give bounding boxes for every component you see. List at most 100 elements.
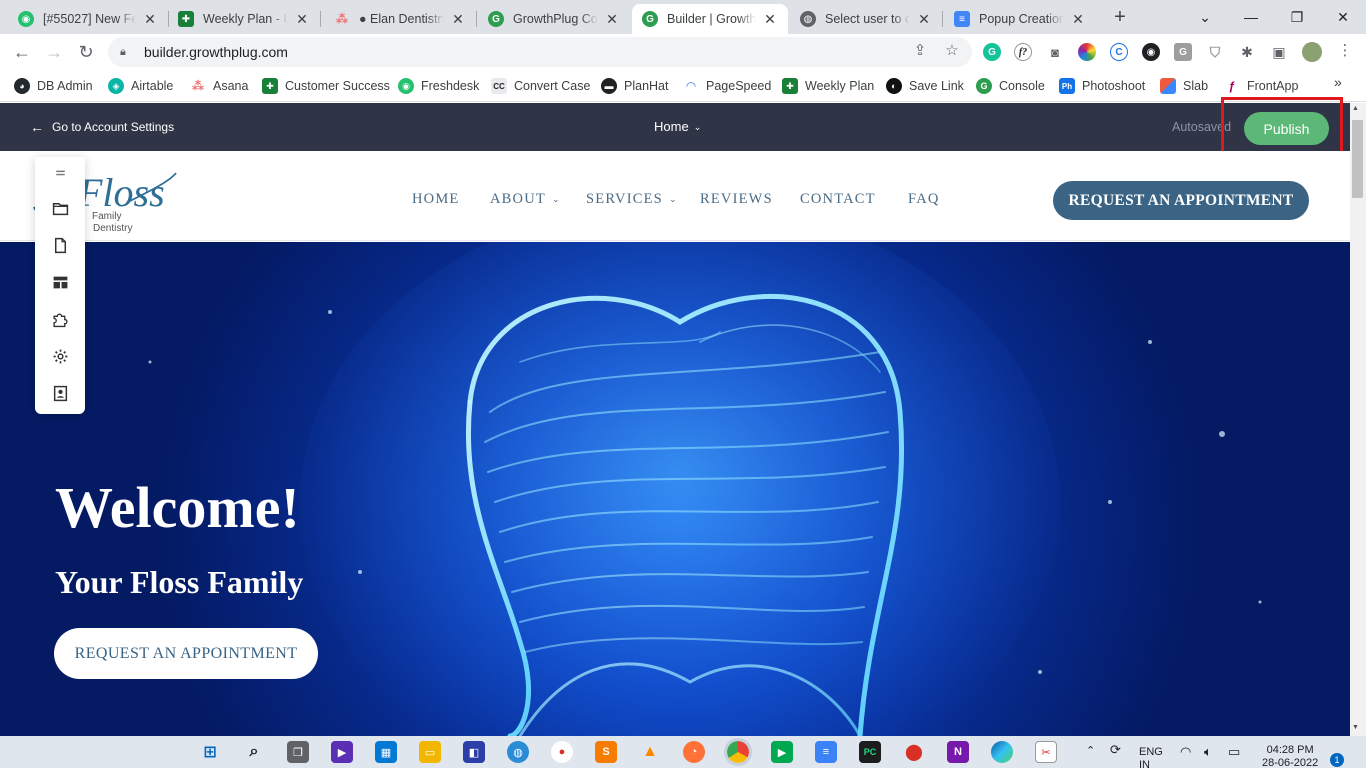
onenote-icon[interactable]: N	[947, 741, 969, 763]
sync-icon[interactable]: ⟳	[1110, 742, 1121, 758]
nav-home[interactable]: HOME	[412, 191, 460, 208]
contact-card-icon[interactable]	[50, 383, 70, 403]
bookmark-item[interactable]: CC Convert Case	[491, 76, 590, 96]
extensions-puzzle-icon[interactable]: ✱	[1238, 43, 1256, 61]
bookmark-item[interactable]: ◉ Freshdesk	[398, 76, 479, 96]
media-player-icon[interactable]: ▶	[331, 741, 353, 763]
scroll-up-icon[interactable]: ▲	[1352, 105, 1359, 112]
new-tab-button[interactable]: +	[1108, 6, 1132, 30]
bookmarks-overflow-icon[interactable]: »	[1334, 74, 1342, 90]
page-selector-dropdown[interactable]: Home ⌄	[654, 119, 701, 134]
bookmark-item[interactable]: ✚ Customer Success	[262, 76, 390, 96]
language-indicator[interactable]: ENG IN	[1139, 746, 1163, 768]
grammarly-icon[interactable]: G	[983, 43, 1001, 61]
nav-services[interactable]: SERVICES ⌄	[586, 191, 678, 208]
tab-search-icon[interactable]: ⌄	[1182, 0, 1228, 34]
bookmark-item[interactable]: ◈ Airtable	[108, 76, 173, 96]
bookmark-item[interactable]: ✚ Weekly Plan	[782, 76, 874, 96]
puzzle-icon[interactable]	[50, 309, 70, 329]
nav-contact[interactable]: CONTACT	[800, 191, 876, 208]
bookmark-item[interactable]: ƒ FrontApp	[1224, 76, 1299, 96]
bookmark-item[interactable]: Ph Photoshoot	[1059, 76, 1145, 96]
close-tab-icon[interactable]: ✕	[142, 11, 158, 28]
clockify-icon[interactable]: C	[1110, 43, 1128, 61]
bookmark-star-icon[interactable]: ☆	[943, 41, 961, 59]
task-view-icon[interactable]: ❐	[287, 741, 309, 763]
globe-icon[interactable]: ◍	[507, 741, 529, 763]
folder-icon[interactable]	[50, 198, 70, 218]
firefox-icon[interactable]: ◔	[683, 741, 705, 763]
whatfont-icon[interactable]: f?	[1014, 43, 1032, 61]
sublime-text-icon[interactable]: S	[595, 741, 617, 763]
gear-icon[interactable]	[50, 346, 70, 366]
browser-tab[interactable]: ◍ Select user to ch ✕	[790, 4, 942, 34]
browser-tab[interactable]: ◉ [#55027] New Fe ✕	[8, 4, 168, 34]
tray-chevron-up-icon[interactable]: ⌃	[1086, 744, 1095, 757]
shield-icon[interactable]: ⛉	[1206, 43, 1224, 61]
restore-icon[interactable]: ❐	[1274, 0, 1320, 34]
vlc-icon[interactable]: ▲	[639, 741, 661, 763]
close-tab-icon[interactable]: ✕	[916, 11, 932, 28]
bookmark-item[interactable]: ◠ PageSpeed	[683, 76, 771, 96]
g-extension-icon[interactable]: G	[1174, 43, 1192, 61]
browser-tab[interactable]: ≡ Popup Creation - ✕	[944, 4, 1096, 34]
close-tab-icon[interactable]: ✕	[1070, 11, 1086, 28]
colorzilla-icon[interactable]	[1078, 43, 1096, 61]
scroll-down-icon[interactable]: ▼	[1352, 724, 1359, 731]
bookmark-item[interactable]: Slab	[1160, 76, 1208, 96]
side-panel-icon[interactable]: ▣	[1270, 43, 1288, 61]
scrollbar-thumb[interactable]	[1352, 120, 1363, 198]
bookmark-item[interactable]: ⁂ Asana	[190, 76, 249, 96]
windows-start-icon[interactable]: ⊞	[199, 741, 221, 763]
header-request-appointment-button[interactable]: REQUEST AN APPOINTMENT	[1053, 181, 1309, 220]
bookmark-item[interactable]: ◕ DB Admin	[14, 76, 93, 96]
nav-faq[interactable]: FAQ	[908, 191, 940, 208]
layout-icon[interactable]	[50, 272, 70, 292]
snip-tool-icon[interactable]: ✂	[1035, 741, 1057, 763]
search-icon[interactable]: ⌕	[243, 741, 265, 763]
go-to-account-settings-link[interactable]: ← Go to Account Settings	[30, 119, 174, 135]
hero-request-appointment-button[interactable]: REQUEST AN APPOINTMENT	[54, 628, 318, 679]
close-tab-icon[interactable]: ✕	[604, 11, 620, 28]
page-icon[interactable]	[50, 235, 70, 255]
close-tab-icon[interactable]: ✕	[450, 11, 466, 28]
bookmark-item[interactable]: G Console	[976, 76, 1045, 96]
meet-icon[interactable]: ▶	[771, 741, 793, 763]
drag-handle-icon[interactable]	[50, 163, 70, 183]
record-icon[interactable]: ●	[551, 741, 573, 763]
bookmark-item[interactable]: ▬ PlanHat	[601, 76, 668, 96]
chrome-icon[interactable]	[724, 738, 752, 766]
notepad-icon[interactable]: ≡	[815, 741, 837, 763]
wifi-icon[interactable]: ◠	[1180, 744, 1191, 760]
browser-tab[interactable]: ✚ Weekly Plan - UI/ ✕	[168, 4, 320, 34]
camera-icon[interactable]: ◙	[1046, 43, 1064, 61]
address-bar[interactable]: 🔒︎ builder.growthplug.com	[108, 37, 972, 67]
browser-tab[interactable]: ⁂ ● Elan Dentistry - ✕	[324, 4, 476, 34]
close-tab-icon[interactable]: ✕	[762, 11, 778, 28]
taskbar-clock[interactable]: 04:28 PM 28-06-2022	[1262, 744, 1318, 768]
browser-tab-active[interactable]: G Builder | Growthp ✕	[632, 4, 788, 34]
reload-icon[interactable]: ↻	[72, 38, 100, 66]
nav-reviews[interactable]: REVIEWS	[700, 191, 773, 208]
color-picker-icon[interactable]: ◉	[1142, 43, 1160, 61]
profile-avatar[interactable]	[1302, 42, 1322, 62]
battery-icon[interactable]: ▭	[1228, 744, 1240, 760]
pycharm-icon[interactable]: PC	[859, 741, 881, 763]
volume-icon[interactable]: 🔈︎	[1204, 744, 1212, 760]
minimize-icon[interactable]: —	[1228, 0, 1274, 34]
edge-icon[interactable]	[991, 741, 1013, 763]
share-icon[interactable]: ⇪	[911, 41, 929, 59]
close-window-icon[interactable]: ✕	[1320, 0, 1366, 34]
photos-icon[interactable]: ▦	[375, 741, 397, 763]
notification-badge[interactable]: 1	[1330, 753, 1344, 767]
forward-arrow-icon[interactable]: →	[40, 38, 68, 66]
back-arrow-icon[interactable]: ←	[8, 38, 36, 66]
app-icon[interactable]: ◧	[463, 741, 485, 763]
location-pin-icon[interactable]: ⬤	[903, 741, 925, 763]
menu-kebab-icon[interactable]: ⋮	[1336, 41, 1354, 59]
browser-tab[interactable]: G GrowthPlug Cons ✕	[478, 4, 630, 34]
bookmark-item[interactable]: ◐ Save Link	[886, 76, 964, 96]
nav-about[interactable]: ABOUT ⌄	[490, 191, 561, 208]
close-tab-icon[interactable]: ✕	[294, 11, 310, 28]
file-explorer-icon[interactable]: ▭	[419, 741, 441, 763]
